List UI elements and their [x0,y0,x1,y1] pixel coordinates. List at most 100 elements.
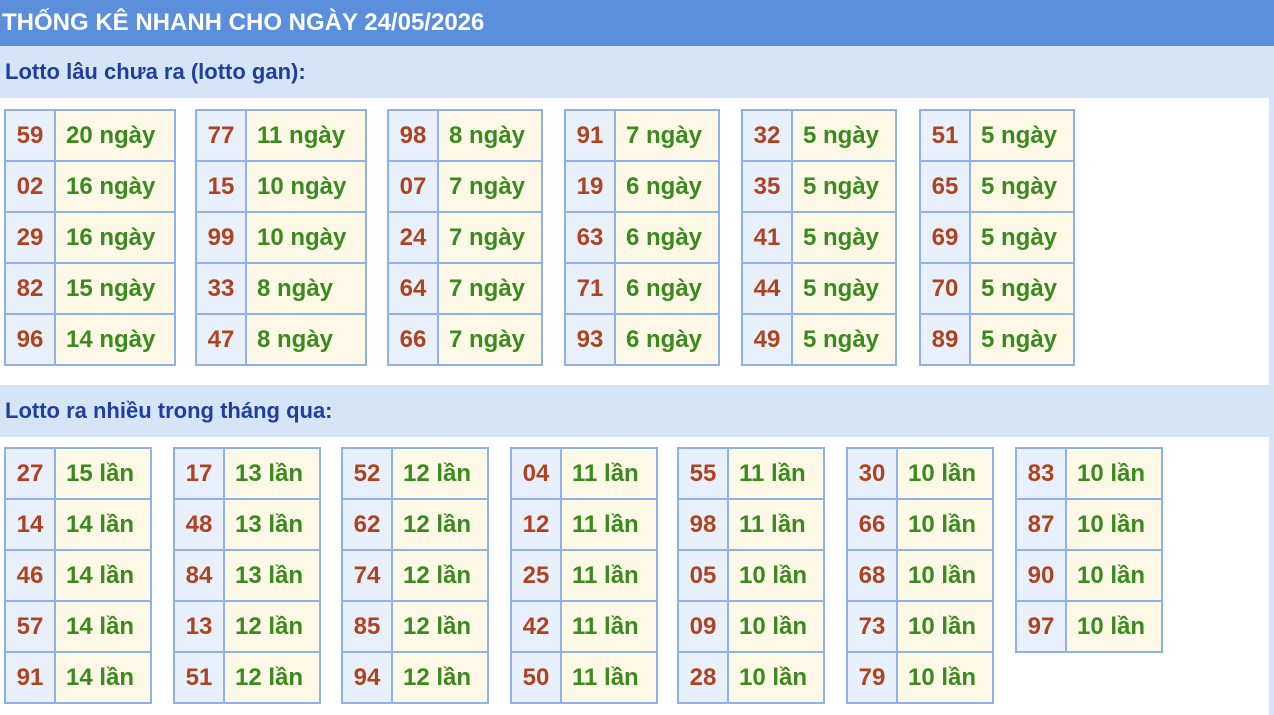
lotto-number: 44 [741,262,793,315]
table-row: 35 5 ngày [741,160,897,213]
table-row: 46 14 lần [4,549,152,602]
lotto-count: 11 lần [560,447,658,500]
lotto-count: 10 lần [896,600,994,653]
lotto-number: 30 [846,447,898,500]
lotto-count: 10 lần [727,600,825,653]
lotto-count: 5 ngày [969,262,1075,315]
table-row: 94 12 lần [341,651,489,704]
lotto-count: 11 lần [560,549,658,602]
lotto-number: 91 [564,109,616,162]
table-row: 14 14 lần [4,498,152,551]
table-row: 44 5 ngày [741,262,897,315]
table-row: 90 10 lần [1015,549,1163,602]
lotto-number: 35 [741,160,793,213]
table-row: 41 5 ngày [741,211,897,264]
lotto-count: 7 ngày [437,262,543,315]
lotto-count: 14 lần [54,600,152,653]
table-row: 52 12 lần [341,447,489,500]
page-edge [1269,46,1274,715]
lotto-count: 10 lần [1065,498,1163,551]
table-row: 79 10 lần [846,651,994,704]
lotto-count: 7 ngày [437,313,543,366]
lotto-number: 64 [387,262,439,315]
lotto-count: 12 lần [223,600,321,653]
table-row: 63 6 ngày [564,211,720,264]
lotto-count: 14 ngày [54,313,176,366]
lotto-number: 32 [741,109,793,162]
lotto-count: 10 lần [1065,600,1163,653]
gan-group-4: 91 7 ngày 19 6 ngày 63 6 ngày 71 6 ngày 93 6 ngày [564,109,720,366]
gan-table: 51 5 ngày 65 5 ngày 69 5 ngày 70 5 ngày 89 5 ngày [919,109,1075,366]
lotto-number: 89 [919,313,971,366]
table-row: 27 15 lần [4,447,152,500]
nhieu-group-5: 55 11 lần 98 11 lần 05 10 lần 09 10 lần 28 10 lần [677,447,825,704]
nhieu-group-1: 27 15 lần 14 14 lần 46 14 lần 57 14 lần 91 14 lần [4,447,152,704]
table-row: 33 8 ngày [195,262,367,315]
lotto-count: 5 ngày [791,109,897,162]
lotto-number: 51 [173,651,225,704]
lotto-number: 51 [919,109,971,162]
lotto-number: 25 [510,549,562,602]
lotto-number: 74 [341,549,393,602]
table-row: 07 7 ngày [387,160,543,213]
nhieu-table: 30 10 lần 66 10 lần 68 10 lần 73 10 lần 79 10 lần [846,447,994,704]
lotto-number: 24 [387,211,439,264]
lotto-number: 59 [4,109,56,162]
lotto-number: 19 [564,160,616,213]
lotto-count: 7 ngày [437,160,543,213]
table-row: 98 8 ngày [387,109,543,162]
lotto-number: 33 [195,262,247,315]
table-row: 59 20 ngày [4,109,176,162]
lotto-number: 57 [4,600,56,653]
table-row: 93 6 ngày [564,313,720,366]
gan-table: 91 7 ngày 19 6 ngày 63 6 ngày 71 6 ngày 93 6 ngày [564,109,720,366]
lotto-count: 12 lần [391,651,489,704]
lotto-number: 49 [741,313,793,366]
lotto-number: 50 [510,651,562,704]
lotto-number: 04 [510,447,562,500]
lotto-number: 07 [387,160,439,213]
nhieu-group-2: 17 13 lần 48 13 lần 84 13 lần 13 12 lần 51 12 lần [173,447,321,704]
table-row: 57 14 lần [4,600,152,653]
lotto-count: 11 ngày [245,109,367,162]
lotto-count: 12 lần [391,447,489,500]
lotto-number: 52 [341,447,393,500]
lotto-count: 16 ngày [54,160,176,213]
table-row: 97 10 lần [1015,600,1163,653]
lotto-count: 15 ngày [54,262,176,315]
lotto-count: 6 ngày [614,211,720,264]
lotto-count: 10 lần [1065,447,1163,500]
table-row: 51 5 ngày [919,109,1075,162]
table-row: 77 11 ngày [195,109,367,162]
lotto-number: 91 [4,651,56,704]
lotto-number: 46 [4,549,56,602]
table-row: 29 16 ngày [4,211,176,264]
lotto-count: 10 lần [896,549,994,602]
lotto-number: 48 [173,498,225,551]
lotto-count: 7 ngày [614,109,720,162]
table-row: 30 10 lần [846,447,994,500]
table-row: 13 12 lần [173,600,321,653]
lotto-count: 10 lần [727,549,825,602]
lotto-number: 87 [1015,498,1067,551]
table-row: 62 12 lần [341,498,489,551]
table-row: 68 10 lần [846,549,994,602]
table-row: 85 12 lần [341,600,489,653]
lotto-number: 05 [677,549,729,602]
lotto-number: 97 [1015,600,1067,653]
gan-group-3: 98 8 ngày 07 7 ngày 24 7 ngày 64 7 ngày 66 7 ngày [387,109,543,366]
table-row: 87 10 lần [1015,498,1163,551]
table-row: 02 16 ngày [4,160,176,213]
lotto-number: 73 [846,600,898,653]
lotto-count: 5 ngày [969,313,1075,366]
lotto-count: 10 lần [896,498,994,551]
lotto-number: 27 [4,447,56,500]
table-row: 04 11 lần [510,447,658,500]
table-row: 17 13 lần [173,447,321,500]
table-row: 74 12 lần [341,549,489,602]
lotto-number: 15 [195,160,247,213]
table-row: 05 10 lần [677,549,825,602]
table-row: 48 13 lần [173,498,321,551]
nhieu-group-4: 04 11 lần 12 11 lần 25 11 lần 42 11 lần 50 11 lần [510,447,658,704]
lotto-number: 29 [4,211,56,264]
